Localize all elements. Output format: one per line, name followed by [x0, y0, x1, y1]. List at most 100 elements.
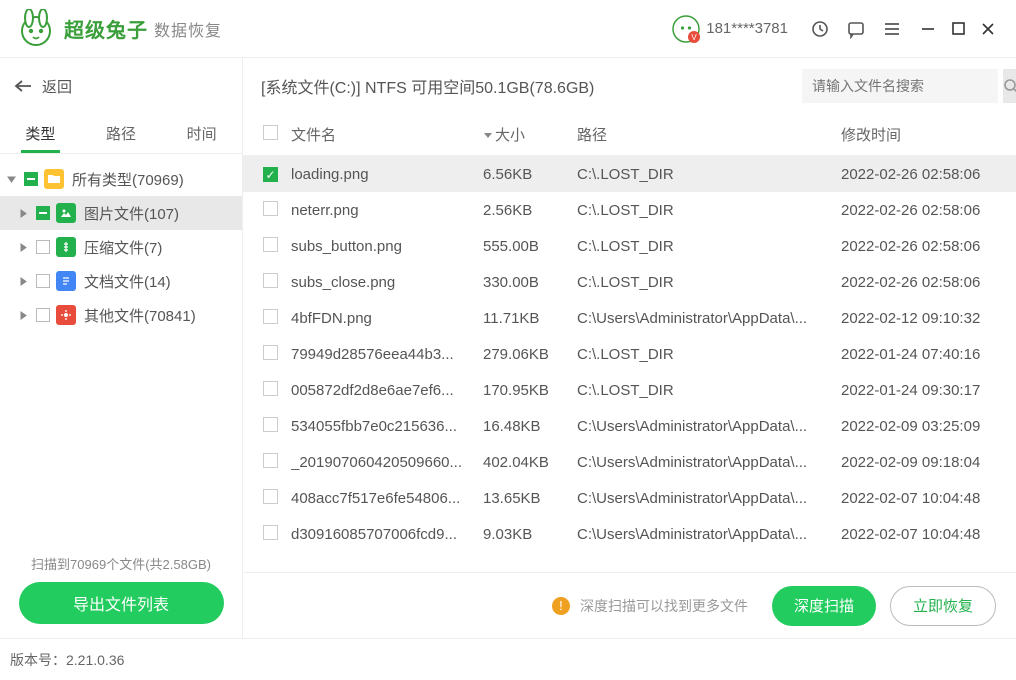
column-size[interactable]: 大小 — [483, 124, 577, 145]
brand-name: 超级兔子 — [64, 14, 148, 43]
warning-icon: ! — [552, 597, 570, 615]
action-bar: ! 深度扫描可以找到更多文件 深度扫描 立即恢复 — [243, 572, 1016, 638]
file-time: 2022-02-07 10:04:48 — [841, 490, 996, 507]
tab-time[interactable]: 时间 — [161, 114, 242, 153]
doc-icon — [56, 271, 76, 291]
file-checkbox[interactable] — [263, 525, 278, 540]
caret-icon — [16, 209, 30, 218]
file-path: C:\.LOST_DIR — [577, 166, 841, 183]
back-button[interactable]: 返回 — [0, 58, 242, 114]
close-button[interactable] — [976, 17, 1000, 41]
tab-path[interactable]: 路径 — [81, 114, 162, 153]
menu-icon[interactable] — [878, 15, 906, 43]
file-row[interactable]: neterr.png2.56KBC:\.LOST_DIR2022-02-26 0… — [243, 192, 1016, 228]
file-path: C:\.LOST_DIR — [577, 238, 841, 255]
select-all-checkbox[interactable] — [263, 125, 278, 140]
tree-label: 文档文件(14) — [84, 271, 171, 292]
file-row[interactable]: 005872df2d8e6ae7ef6...170.95KBC:\.LOST_D… — [243, 372, 1016, 408]
tab-type[interactable]: 类型 — [0, 114, 81, 153]
file-checkbox[interactable] — [263, 489, 278, 504]
file-name: subs_button.png — [291, 238, 483, 255]
file-row[interactable]: 408acc7f517e6fe54806...13.65KBC:\Users\A… — [243, 480, 1016, 516]
file-size: 279.06KB — [483, 346, 577, 363]
column-name[interactable]: 文件名 — [291, 124, 483, 145]
user-avatar-icon[interactable]: V — [672, 15, 700, 43]
file-path: C:\.LOST_DIR — [577, 274, 841, 291]
file-time: 2022-02-12 09:10:32 — [841, 310, 996, 327]
file-row[interactable]: 4bfFDN.png11.71KBC:\Users\Administrator\… — [243, 300, 1016, 336]
file-checkbox[interactable] — [263, 167, 278, 182]
version-label: 版本号： — [10, 650, 66, 670]
file-row[interactable]: 534055fbb7e0c215636...16.48KBC:\Users\Ad… — [243, 408, 1016, 444]
file-name: 534055fbb7e0c215636... — [291, 418, 483, 435]
other-icon — [56, 305, 76, 325]
recover-button[interactable]: 立即恢复 — [890, 586, 996, 626]
file-size: 6.56KB — [483, 166, 577, 183]
file-time: 2022-01-24 07:40:16 — [841, 346, 996, 363]
file-path: C:\.LOST_DIR — [577, 382, 841, 399]
tree-item[interactable]: 所有类型(70969) — [0, 162, 242, 196]
file-time: 2022-01-24 09:30:17 — [841, 382, 996, 399]
file-list-header: 文件名 大小 路径 修改时间 — [243, 114, 1016, 156]
tree-item[interactable]: 图片文件(107) — [0, 196, 242, 230]
file-checkbox[interactable] — [263, 453, 278, 468]
file-checkbox[interactable] — [263, 417, 278, 432]
deep-scan-hint: 深度扫描可以找到更多文件 — [580, 596, 748, 616]
column-path[interactable]: 路径 — [577, 124, 841, 145]
tree-checkbox[interactable] — [36, 206, 50, 220]
caret-icon — [16, 277, 30, 286]
file-time: 2022-02-26 02:58:06 — [841, 166, 996, 183]
file-row[interactable]: subs_close.png330.00BC:\.LOST_DIR2022-02… — [243, 264, 1016, 300]
file-size: 16.48KB — [483, 418, 577, 435]
file-checkbox[interactable] — [263, 273, 278, 288]
search-icon — [1003, 78, 1016, 94]
tree-item[interactable]: 其他文件(70841) — [0, 298, 242, 332]
search-button[interactable] — [1003, 69, 1016, 103]
tree-label: 压缩文件(7) — [84, 237, 162, 258]
file-name: 4bfFDN.png — [291, 310, 483, 327]
tree-checkbox[interactable] — [24, 172, 38, 186]
file-row[interactable]: subs_button.png555.00BC:\.LOST_DIR2022-0… — [243, 228, 1016, 264]
tree-item[interactable]: 文档文件(14) — [0, 264, 242, 298]
tree-item[interactable]: 压缩文件(7) — [0, 230, 242, 264]
file-time: 2022-02-09 03:25:09 — [841, 418, 996, 435]
deep-scan-button[interactable]: 深度扫描 — [772, 586, 876, 626]
file-time: 2022-02-07 10:04:48 — [841, 526, 996, 543]
file-name: 005872df2d8e6ae7ef6... — [291, 382, 483, 399]
file-name: 79949d28576eea44b3... — [291, 346, 483, 363]
feedback-icon[interactable] — [842, 15, 870, 43]
file-time: 2022-02-26 02:58:06 — [841, 238, 996, 255]
file-row[interactable]: loading.png6.56KBC:\.LOST_DIR2022-02-26 … — [243, 156, 1016, 192]
file-path: C:\Users\Administrator\AppData\... — [577, 454, 841, 471]
file-size: 330.00B — [483, 274, 577, 291]
search-input[interactable] — [802, 78, 1003, 94]
title-bar: 超级兔子 数据恢复 V 181****3781 — [0, 0, 1016, 58]
file-size: 555.00B — [483, 238, 577, 255]
brand-subtitle: 数据恢复 — [154, 17, 222, 41]
file-checkbox[interactable] — [263, 309, 278, 324]
tree-checkbox[interactable] — [36, 240, 50, 254]
file-checkbox[interactable] — [263, 345, 278, 360]
file-row[interactable]: _201907060420509660...402.04KBC:\Users\A… — [243, 444, 1016, 480]
caret-icon — [4, 175, 18, 184]
file-size: 170.95KB — [483, 382, 577, 399]
file-row[interactable]: d30916085707006fcd9...9.03KBC:\Users\Adm… — [243, 516, 1016, 552]
arrow-left-icon — [14, 79, 32, 93]
file-path: C:\Users\Administrator\AppData\... — [577, 310, 841, 327]
file-checkbox[interactable] — [263, 201, 278, 216]
minimize-button[interactable] — [916, 17, 940, 41]
export-list-button[interactable]: 导出文件列表 — [19, 582, 224, 624]
file-checkbox[interactable] — [263, 381, 278, 396]
file-checkbox[interactable] — [263, 237, 278, 252]
tree-checkbox[interactable] — [36, 274, 50, 288]
caret-icon — [16, 243, 30, 252]
sort-desc-icon — [483, 130, 493, 140]
file-name: 408acc7f517e6fe54806... — [291, 490, 483, 507]
support-icon[interactable] — [806, 15, 834, 43]
filter-tabs: 类型 路径 时间 — [0, 114, 242, 154]
maximize-button[interactable] — [946, 17, 970, 41]
tree-checkbox[interactable] — [36, 308, 50, 322]
caret-icon — [16, 311, 30, 320]
file-row[interactable]: 79949d28576eea44b3...279.06KBC:\.LOST_DI… — [243, 336, 1016, 372]
column-time[interactable]: 修改时间 — [841, 124, 996, 145]
